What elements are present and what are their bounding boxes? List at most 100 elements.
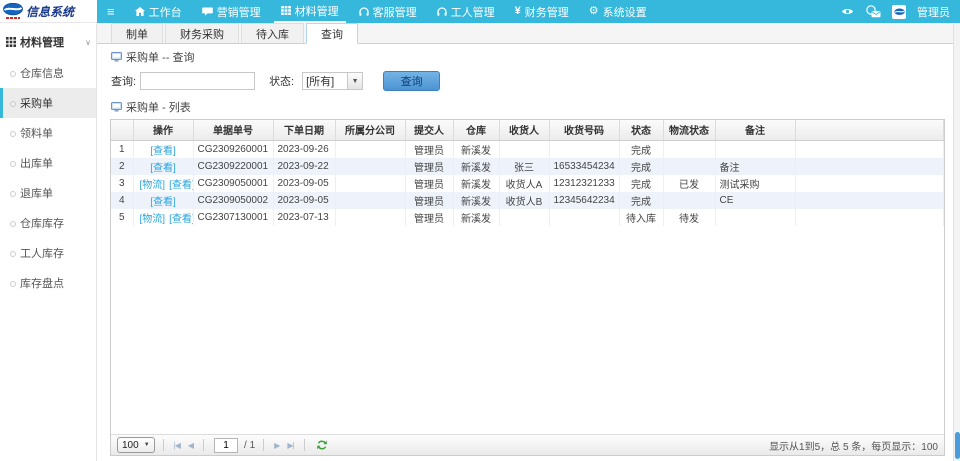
tab-查询[interactable]: 查询	[306, 23, 358, 44]
divider	[263, 439, 265, 451]
cell-单据单号: CG2309260001	[193, 140, 274, 158]
column-header-收货号码[interactable]: 收货号码	[549, 120, 620, 141]
column-header-状态[interactable]: 状态	[619, 120, 664, 141]
cell-提交人: 管理员	[405, 191, 454, 209]
column-header-下单日期[interactable]: 下单日期	[273, 120, 336, 141]
search-button[interactable]: 查询	[383, 71, 441, 91]
column-header-提交人[interactable]: 提交人	[405, 120, 454, 141]
page-size-select[interactable]: 100 ▼	[117, 437, 155, 453]
combo-arrow-icon[interactable]: ▼	[347, 73, 363, 89]
tab-制单[interactable]: 制单	[111, 23, 163, 43]
nav-item-系统设置[interactable]: ⚙ 系统设置	[582, 0, 654, 23]
chevron-down-icon: ∨	[85, 37, 91, 47]
user-name[interactable]: 管理员	[917, 4, 950, 20]
logistics-link[interactable]: [物流]	[140, 214, 166, 225]
sidebar-item-工人库存[interactable]: 工人库存	[0, 238, 96, 268]
row-actions: [物流] [查看]	[133, 208, 194, 226]
column-header-收货人[interactable]: 收货人	[499, 120, 550, 141]
refresh-icon[interactable]	[316, 439, 328, 451]
main-panel: 制单 财务采购 待入库 查询 采购单 -- 查询 查询: 状态: [所有] ▼ 查询	[97, 23, 953, 461]
menu-toggle-icon[interactable]: ≡	[97, 0, 125, 23]
eye-icon[interactable]	[841, 7, 854, 16]
sidebar-item-库存盘点[interactable]: 库存盘点	[0, 268, 96, 298]
table-row[interactable]: 4 [查看] CG2309050002 2023-09-05 管理员 新溪发 收货人B 123…	[111, 191, 944, 209]
logistics-link[interactable]: [物流]	[140, 180, 166, 191]
sidebar-header[interactable]: 材料管理 ∨	[0, 30, 96, 58]
view-link[interactable]: [查看]	[169, 214, 192, 225]
nav-item-label: 工作台	[148, 6, 182, 19]
page-number-input[interactable]	[214, 437, 239, 453]
nav-item-材料管理[interactable]: 材料管理	[273, 0, 346, 23]
home-icon	[134, 7, 145, 16]
cell-收货人: 收货人B	[499, 191, 550, 209]
top-nav: 工作台 营销管理 材料管理 客服管理 工人管理 ¥ 财务管理 ⚙ 系统设置	[125, 0, 657, 23]
nav-item-工人管理[interactable]: 工人管理	[430, 0, 502, 23]
view-link[interactable]: [查看]	[150, 197, 176, 208]
cell-下单日期: 2023-09-05	[273, 191, 336, 209]
last-page-button[interactable]: ▶|	[285, 441, 295, 450]
nav-item-工作台[interactable]: 工作台	[128, 0, 189, 23]
table-row[interactable]: 5 [物流] [查看] CG2307130001 2023-07-13 管理员 新溪发 待入库…	[111, 208, 944, 226]
column-header-所属分公司[interactable]: 所属分公司	[335, 120, 406, 141]
nav-item-财务管理[interactable]: ¥ 财务管理	[508, 0, 576, 23]
logo-subtext	[6, 17, 20, 19]
prev-page-button[interactable]: ◀	[186, 441, 195, 450]
table-row[interactable]: 1 [查看] CG2309260001 2023-09-26 管理员 新溪发 完成	[111, 140, 944, 158]
tab-待入库[interactable]: 待入库	[241, 23, 304, 43]
nav-item-营销管理[interactable]: 营销管理	[195, 0, 268, 23]
table-row[interactable]: 2 [查看] CG2309220001 2023-09-22 管理员 新溪发 张三 16533…	[111, 157, 944, 175]
view-link[interactable]: [查看]	[150, 163, 176, 174]
column-header-操作[interactable]: 操作	[133, 120, 194, 141]
next-page-button[interactable]: ▶	[272, 441, 281, 450]
cell-filler	[795, 157, 944, 175]
table-row[interactable]: 3 [物流] [查看] CG2309050001 2023-09-05 管理员 新溪发 收货人…	[111, 174, 944, 192]
view-link[interactable]: [查看]	[169, 180, 192, 191]
cell-物流状态	[663, 191, 716, 209]
scrollbar-track[interactable]	[953, 23, 960, 461]
divider	[203, 439, 205, 451]
first-page-button[interactable]: |◀	[172, 441, 182, 450]
cell-收货人	[499, 208, 550, 226]
avatar[interactable]	[892, 4, 906, 19]
cell-收货号码: 12345642234	[549, 191, 620, 209]
column-header-物流状态[interactable]: 物流状态	[663, 120, 716, 141]
sidebar-item-仓库库存[interactable]: 仓库库存	[0, 208, 96, 238]
logo-icon	[3, 3, 23, 19]
sidebar-item-领料单[interactable]: 领料单	[0, 118, 96, 148]
query-input[interactable]	[140, 72, 256, 90]
sidebar-item-出库单[interactable]: 出库单	[0, 148, 96, 178]
sidebar-item-仓库信息[interactable]: 仓库信息	[0, 58, 96, 88]
nav-item-label: 材料管理	[294, 5, 339, 18]
cell-提交人: 管理员	[405, 208, 454, 226]
view-link[interactable]: [查看]	[150, 146, 176, 157]
nav-item-客服管理[interactable]: 客服管理	[352, 0, 424, 23]
tab-财务采购[interactable]: 财务采购	[165, 23, 239, 43]
scrollbar-thumb[interactable]	[955, 432, 960, 459]
cell-所属分公司	[335, 208, 406, 226]
sidebar-item-采购单[interactable]: 采购单	[0, 88, 96, 118]
row-number: 4	[111, 191, 134, 209]
grid-icon	[6, 37, 16, 47]
cell-仓库: 新溪发	[453, 157, 500, 175]
status-selected-value: [所有]	[306, 76, 335, 88]
query-section-header: 采购单 -- 查询	[110, 46, 945, 68]
cell-物流状态: 待发	[663, 208, 716, 226]
headset-icon	[358, 6, 369, 17]
column-header-仓库[interactable]: 仓库	[453, 120, 500, 141]
row-actions: [物流] [查看]	[133, 174, 194, 192]
app-logo[interactable]: 信息系统	[0, 0, 97, 23]
cell-物流状态: 已发	[663, 174, 716, 192]
topbar-right: 管理员	[841, 0, 960, 23]
column-header-empty	[795, 120, 944, 141]
sidebar-item-退库单[interactable]: 退库单	[0, 178, 96, 208]
pagination-bar: 100 ▼ |◀ ◀ / 1 ▶ ▶|	[111, 434, 944, 455]
message-icon[interactable]	[865, 5, 881, 18]
cell-状态: 完成	[619, 174, 664, 192]
nav-item-label: 财务管理	[524, 6, 569, 19]
column-header-备注[interactable]: 备注	[715, 120, 796, 141]
cell-备注	[715, 140, 796, 158]
row-number: 2	[111, 157, 134, 175]
column-header-单据单号[interactable]: 单据单号	[193, 120, 274, 141]
column-header-empty	[111, 120, 134, 141]
status-select[interactable]: [所有] ▼	[302, 72, 364, 90]
